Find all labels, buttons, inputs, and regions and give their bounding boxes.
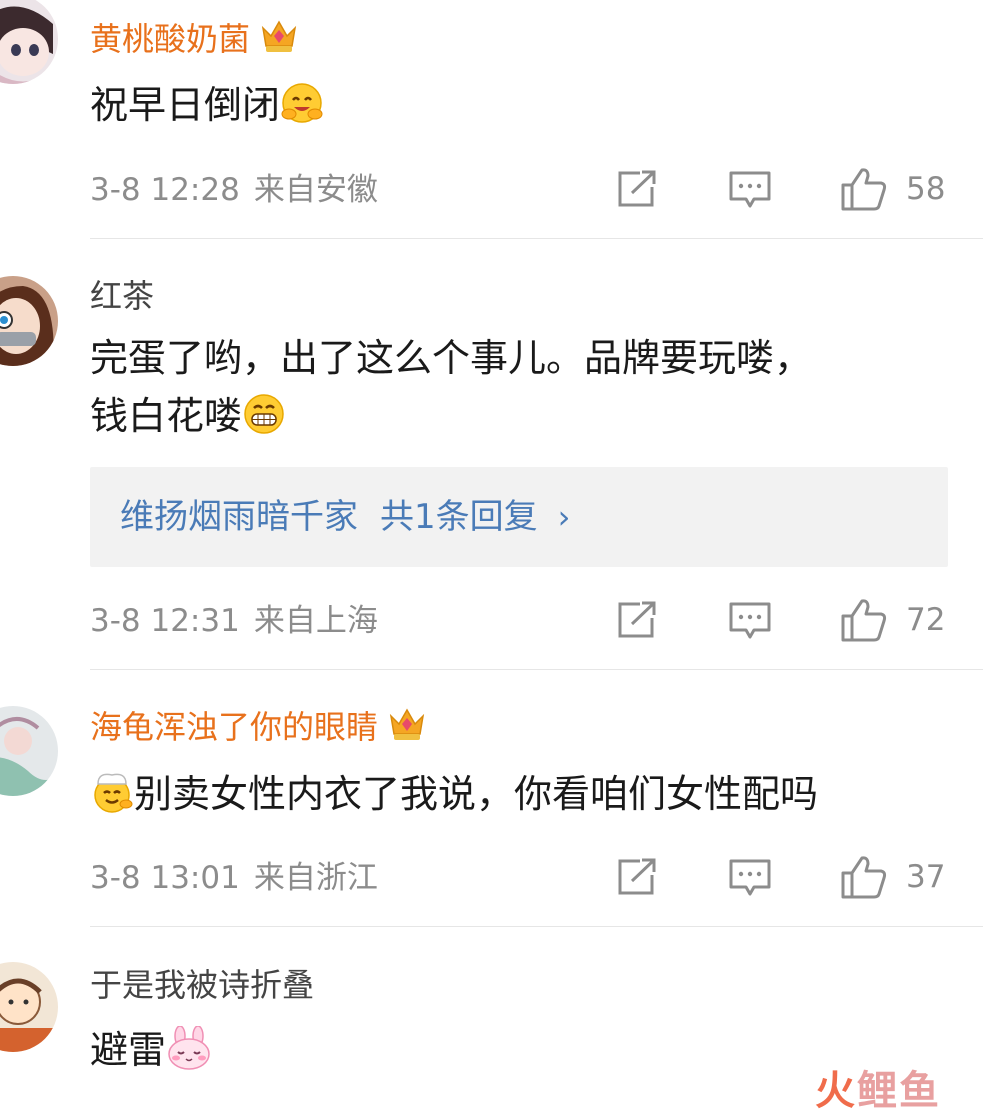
share-button[interactable] bbox=[616, 857, 658, 897]
comment-time: 3-8 12:31 bbox=[90, 603, 240, 639]
comment-button[interactable] bbox=[728, 858, 772, 898]
comment-meta: 3-8 12:31 来自上海 bbox=[90, 601, 378, 641]
comment-icon bbox=[729, 171, 771, 208]
like-count: 58 bbox=[906, 171, 946, 207]
comment-source: 来自上海 bbox=[253, 603, 378, 639]
comment-icon bbox=[729, 602, 771, 639]
thumbs-up-icon bbox=[841, 599, 887, 642]
reply-preview[interactable]: 维扬烟雨暗千家 共1条回复 › bbox=[90, 467, 948, 567]
divider bbox=[90, 669, 983, 670]
chevron-right-icon: › bbox=[557, 498, 571, 536]
comment-button[interactable] bbox=[728, 170, 772, 210]
avatar[interactable] bbox=[0, 706, 58, 796]
username[interactable]: 海龟浑浊了你的眼睛 bbox=[90, 706, 426, 751]
comment-button[interactable] bbox=[728, 601, 772, 641]
like-button[interactable]: 72 bbox=[840, 597, 945, 643]
divider bbox=[90, 238, 983, 239]
comment-source: 来自浙江 bbox=[253, 860, 378, 896]
comment-time: 3-8 13:01 bbox=[90, 860, 240, 896]
bunny-emoji-icon bbox=[166, 1025, 212, 1086]
comment-text-line: 完蛋了哟，出了这么个事儿。品牌要玩喽， bbox=[90, 336, 813, 380]
vip-crown-icon bbox=[260, 18, 298, 63]
share-icon bbox=[618, 170, 656, 207]
share-button[interactable] bbox=[616, 600, 658, 640]
like-button[interactable]: 58 bbox=[840, 166, 945, 212]
comment-text: 祝早日倒闭 bbox=[90, 76, 950, 141]
watermark-logo: 火鲤鱼 bbox=[815, 1068, 941, 1114]
share-icon bbox=[618, 601, 656, 638]
comment-meta: 3-8 12:28 来自安徽 bbox=[90, 170, 378, 210]
avatar[interactable] bbox=[0, 276, 58, 366]
like-count: 72 bbox=[906, 602, 946, 638]
chef-emoji-icon bbox=[90, 770, 134, 830]
divider bbox=[90, 926, 983, 927]
reply-user[interactable]: 维扬烟雨暗千家 bbox=[120, 497, 358, 537]
reply-count: 共1条回复 bbox=[380, 497, 538, 537]
like-count: 37 bbox=[906, 859, 946, 895]
avatar[interactable] bbox=[0, 0, 58, 84]
like-button[interactable]: 37 bbox=[840, 854, 945, 900]
share-button[interactable] bbox=[616, 169, 658, 209]
username[interactable]: 红茶 bbox=[90, 276, 154, 316]
comment-text: 别卖女性内衣了我说，你看咱们女性配吗 bbox=[90, 765, 950, 830]
vip-crown-icon bbox=[388, 706, 426, 751]
username[interactable]: 于是我被诗折叠 bbox=[90, 965, 314, 1005]
thumbs-up-icon bbox=[841, 856, 887, 899]
comment-icon bbox=[729, 859, 771, 896]
comment-meta: 3-8 13:01 来自浙江 bbox=[90, 858, 378, 898]
comment-source: 来自安徽 bbox=[253, 172, 378, 208]
avatar[interactable] bbox=[0, 962, 58, 1052]
hug-emoji-icon bbox=[280, 81, 324, 141]
username[interactable]: 黄桃酸奶菌 bbox=[90, 18, 298, 63]
comment-time: 3-8 12:28 bbox=[90, 172, 240, 208]
share-icon bbox=[618, 858, 656, 895]
grin-emoji-icon bbox=[242, 392, 286, 452]
comment-text-line: 钱白花喽 bbox=[90, 387, 950, 452]
comment-text: 完蛋了哟，出了这么个事儿。品牌要玩喽， 钱白花喽 bbox=[90, 329, 950, 452]
thumbs-up-icon bbox=[841, 168, 887, 211]
